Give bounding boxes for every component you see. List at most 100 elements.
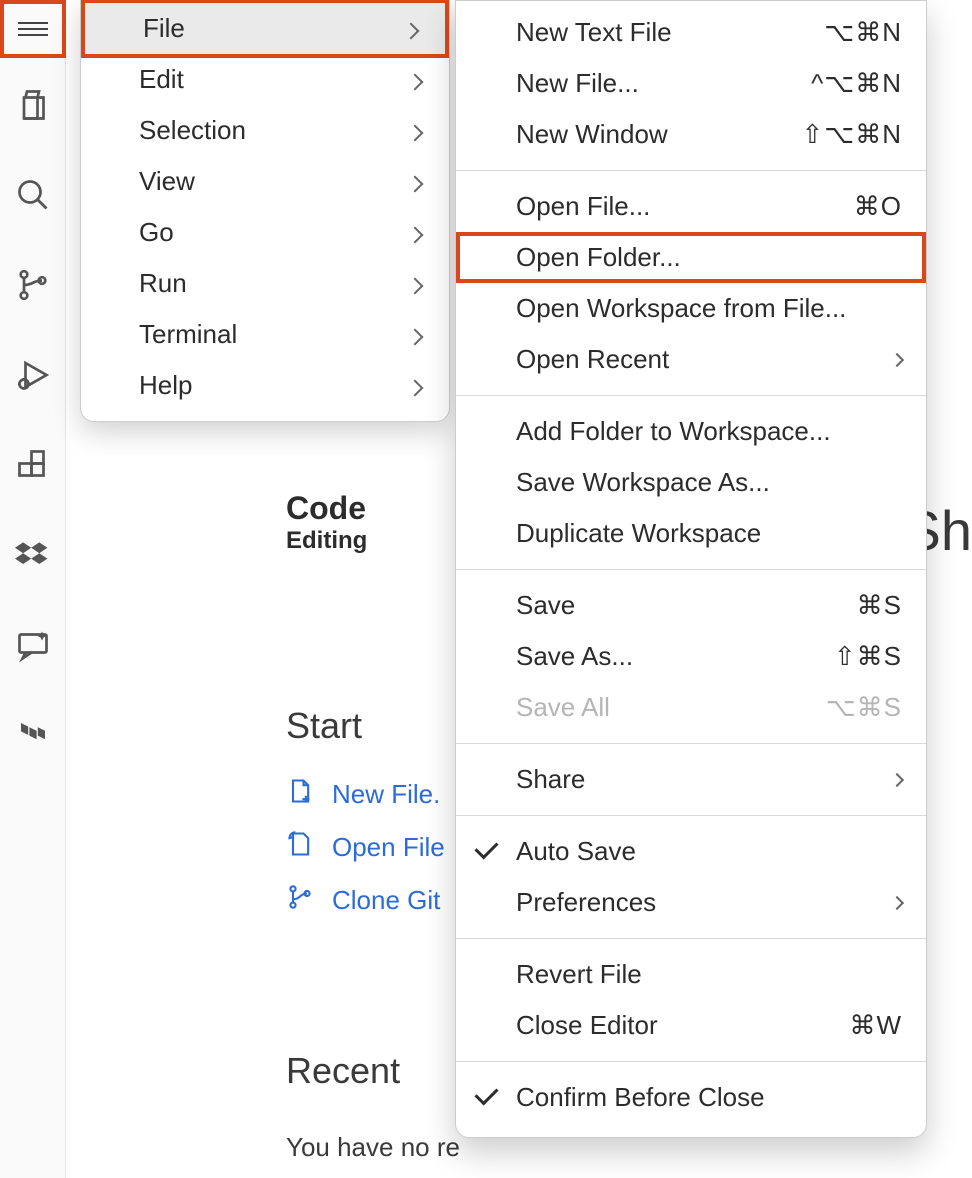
submenu-item-label: Open Folder...: [516, 242, 681, 273]
menu-item-go[interactable]: Go: [81, 207, 449, 258]
submenu-open-file[interactable]: Open File... ⌘O: [456, 181, 926, 232]
chevron-right-icon: [409, 319, 421, 350]
run-debug-icon[interactable]: [0, 330, 66, 420]
chevron-right-icon: [409, 217, 421, 248]
chevron-right-icon: [409, 370, 421, 401]
submenu-new-text-file[interactable]: New Text File ⌥⌘N: [456, 7, 926, 58]
keyboard-shortcut: ⇧⌘S: [834, 641, 902, 672]
chevron-right-icon: [890, 772, 904, 786]
menu-item-label: Go: [139, 217, 174, 248]
menu-separator: [456, 170, 926, 171]
open-file-link[interactable]: Open File: [286, 830, 445, 865]
check-icon: [476, 1082, 497, 1113]
menu-separator: [456, 569, 926, 570]
submenu-item-label: Preferences: [516, 887, 656, 918]
menu-item-label: View: [139, 166, 195, 197]
submenu-add-folder-to-workspace[interactable]: Add Folder to Workspace...: [456, 406, 926, 457]
submenu-preferences[interactable]: Preferences: [456, 877, 926, 928]
submenu-save[interactable]: Save ⌘S: [456, 580, 926, 631]
submenu-save-all: Save All ⌥⌘S: [456, 682, 926, 733]
menu-item-label: Run: [139, 268, 187, 299]
submenu-auto-save[interactable]: Auto Save: [456, 826, 926, 877]
submenu-open-workspace-from-file[interactable]: Open Workspace from File...: [456, 283, 926, 334]
terraform-icon[interactable]: [0, 690, 66, 780]
menu-item-file[interactable]: File: [81, 0, 449, 58]
check-icon: [476, 836, 497, 867]
chevron-right-icon: [409, 115, 421, 146]
menu-separator: [456, 743, 926, 744]
submenu-item-label: Add Folder to Workspace...: [516, 416, 831, 447]
menu-item-label: Selection: [139, 115, 246, 146]
submenu-item-label: Close Editor: [516, 1010, 658, 1041]
menu-separator: [456, 938, 926, 939]
keyboard-shortcut: ⌘W: [849, 1010, 902, 1041]
new-file-icon: [286, 777, 314, 812]
extensions-icon[interactable]: [0, 420, 66, 510]
menu-item-help[interactable]: Help: [81, 360, 449, 411]
clone-git-link[interactable]: Clone Git: [286, 883, 445, 918]
chevron-right-icon: [409, 166, 421, 197]
keyboard-shortcut: ⌥⌘S: [826, 692, 902, 723]
submenu-item-label: Open Recent: [516, 344, 669, 375]
submenu-confirm-before-close[interactable]: Confirm Before Close: [456, 1072, 926, 1123]
file-submenu: New Text File ⌥⌘N New File... ^⌥⌘N New W…: [455, 0, 927, 1138]
clone-git-link-label: Clone Git: [332, 885, 440, 916]
menu-separator: [456, 1061, 926, 1062]
menu-item-label: Edit: [139, 64, 184, 95]
submenu-item-label: New File...: [516, 68, 639, 99]
new-file-link[interactable]: New File.: [286, 777, 445, 812]
keyboard-shortcut: ⇧⌥⌘N: [801, 119, 902, 150]
submenu-item-label: Revert File: [516, 959, 642, 990]
recent-empty-text: You have no re: [286, 1132, 460, 1163]
chat-icon[interactable]: [0, 600, 66, 690]
hamburger-icon: [18, 18, 48, 40]
submenu-open-folder[interactable]: Open Folder...: [456, 232, 926, 283]
chevron-right-icon: [409, 64, 421, 95]
start-heading: Start: [286, 705, 445, 747]
submenu-save-as[interactable]: Save As... ⇧⌘S: [456, 631, 926, 682]
menu-item-edit[interactable]: Edit: [81, 54, 449, 105]
recent-heading: Recent: [286, 1050, 460, 1092]
keyboard-shortcut: ⌥⌘N: [824, 17, 902, 48]
submenu-close-editor[interactable]: Close Editor ⌘W: [456, 1000, 926, 1051]
search-icon[interactable]: [0, 150, 66, 240]
git-branch-icon: [286, 883, 314, 918]
source-control-icon[interactable]: [0, 240, 66, 330]
submenu-item-label: Confirm Before Close: [516, 1082, 765, 1113]
submenu-revert-file[interactable]: Revert File: [456, 949, 926, 1000]
new-file-link-label: New File.: [332, 779, 440, 810]
menu-item-selection[interactable]: Selection: [81, 105, 449, 156]
submenu-item-label: Save All: [516, 692, 610, 723]
submenu-new-window[interactable]: New Window ⇧⌥⌘N: [456, 109, 926, 160]
submenu-save-workspace-as[interactable]: Save Workspace As...: [456, 457, 926, 508]
menu-item-terminal[interactable]: Terminal: [81, 309, 449, 360]
keyboard-shortcut: ⌘O: [854, 191, 902, 222]
menu-separator: [456, 395, 926, 396]
submenu-open-recent[interactable]: Open Recent: [456, 334, 926, 385]
chevron-right-icon: [405, 13, 417, 44]
open-file-link-label: Open File: [332, 832, 445, 863]
explorer-icon[interactable]: [0, 60, 66, 150]
menu-item-label: Help: [139, 370, 192, 401]
submenu-duplicate-workspace[interactable]: Duplicate Workspace: [456, 508, 926, 559]
submenu-item-label: Open Workspace from File...: [516, 293, 846, 324]
activity-bar: [0, 0, 66, 1178]
dropbox-icon[interactable]: [0, 510, 66, 600]
submenu-new-file[interactable]: New File... ^⌥⌘N: [456, 58, 926, 109]
menu-item-run[interactable]: Run: [81, 258, 449, 309]
submenu-item-label: Save: [516, 590, 575, 621]
submenu-share[interactable]: Share: [456, 754, 926, 805]
keyboard-shortcut: ^⌥⌘N: [811, 68, 902, 99]
submenu-item-label: Auto Save: [516, 836, 636, 867]
submenu-item-label: Share: [516, 764, 585, 795]
chevron-right-icon: [890, 895, 904, 909]
chevron-right-icon: [409, 268, 421, 299]
submenu-item-label: New Text File: [516, 17, 672, 48]
menu-item-view[interactable]: View: [81, 156, 449, 207]
menu-separator: [456, 815, 926, 816]
menu-item-label: File: [143, 13, 185, 44]
app-menu-button[interactable]: [0, 0, 66, 58]
submenu-item-label: Save As...: [516, 641, 633, 672]
menu-item-label: Terminal: [139, 319, 237, 350]
main-menu-dropdown: File Edit Selection View Go Run Terminal…: [80, 0, 450, 422]
